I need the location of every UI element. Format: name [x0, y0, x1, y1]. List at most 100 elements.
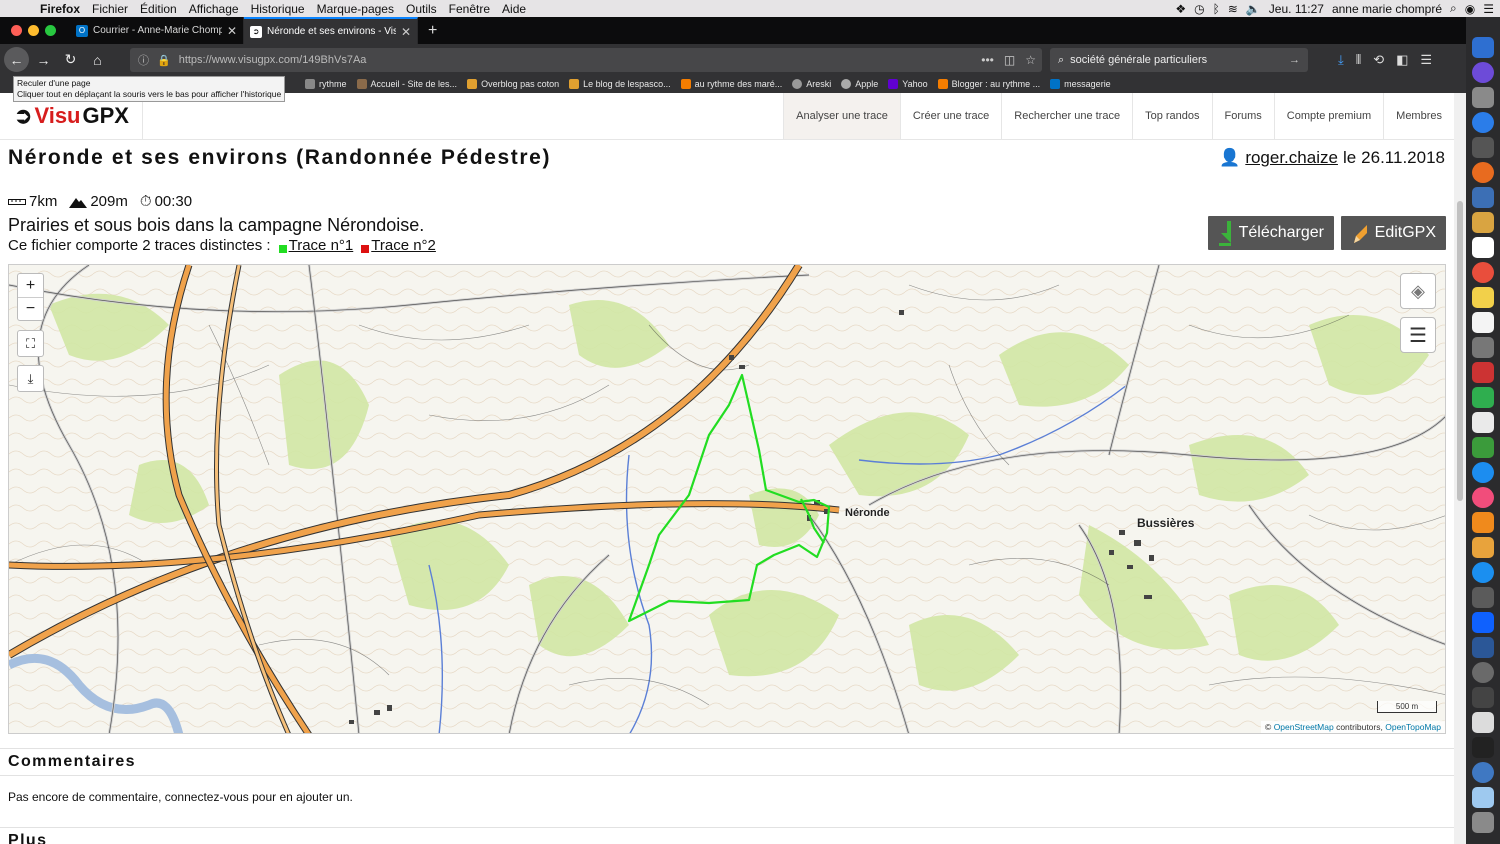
- trash-icon[interactable]: [1472, 812, 1494, 833]
- siri-icon[interactable]: ◉: [1465, 2, 1475, 16]
- dock-app-icon[interactable]: [1472, 312, 1494, 333]
- bookmark-item[interactable]: au rythme des maré...: [680, 79, 782, 89]
- nav-forums[interactable]: Forums: [1211, 93, 1274, 139]
- trace-2-link[interactable]: Trace n°2: [361, 237, 436, 254]
- dock-app-icon[interactable]: [1472, 287, 1494, 308]
- hamburger-menu-icon[interactable]: ☰: [1420, 52, 1432, 68]
- dock-app-icon[interactable]: [1472, 637, 1494, 658]
- sidebar-icon[interactable]: ◧: [1396, 52, 1408, 68]
- dock-app-icon[interactable]: [1472, 237, 1494, 258]
- menu-outils[interactable]: Outils: [406, 2, 437, 16]
- dock-app-icon[interactable]: [1472, 262, 1494, 283]
- menu-marque-pages[interactable]: Marque-pages: [317, 2, 394, 16]
- tab-neronde[interactable]: ➲ Néronde et ses environs - Visu ✕: [244, 17, 418, 44]
- dock-app-icon[interactable]: [1472, 337, 1494, 358]
- back-button[interactable]: ←: [4, 47, 29, 72]
- fullscreen-button[interactable]: ⛶: [17, 330, 44, 357]
- menu-app-firefox[interactable]: Firefox: [40, 2, 80, 16]
- nav-creer[interactable]: Créer une trace: [899, 93, 1001, 139]
- opentopomap-link[interactable]: OpenTopoMap: [1385, 722, 1441, 732]
- close-tab-icon[interactable]: ✕: [227, 24, 237, 38]
- bookmark-item[interactable]: Overblog pas coton: [467, 79, 559, 89]
- spotlight-icon[interactable]: ⌕: [1450, 1, 1457, 16]
- bookmark-star-icon[interactable]: ☆: [1025, 53, 1036, 67]
- dock-app-icon[interactable]: [1472, 212, 1494, 233]
- zoom-in-button[interactable]: +: [18, 274, 43, 297]
- dock-app-icon[interactable]: [1472, 587, 1494, 608]
- forward-button[interactable]: →: [31, 47, 56, 72]
- dock-app-icon[interactable]: [1472, 487, 1494, 508]
- bookmark-item[interactable]: Yahoo: [888, 79, 928, 89]
- close-tab-icon[interactable]: ✕: [401, 25, 411, 39]
- dock-app-icon[interactable]: [1472, 712, 1494, 733]
- wifi-icon[interactable]: ≋: [1228, 2, 1238, 16]
- dock-app-icon[interactable]: [1472, 562, 1494, 583]
- home-button[interactable]: ⌂: [85, 47, 110, 72]
- dock-app-icon[interactable]: [1472, 537, 1494, 558]
- dock-app-icon[interactable]: [1472, 412, 1494, 433]
- menu-aide[interactable]: Aide: [502, 2, 526, 16]
- tab-courrier[interactable]: O Courrier - Anne-Marie Chompré ✕: [70, 17, 244, 44]
- bookmark-item[interactable]: Le blog de lespasco...: [569, 79, 671, 89]
- pocket-icon[interactable]: ◫: [1004, 53, 1015, 67]
- nav-analyser[interactable]: Analyser une trace: [783, 93, 900, 139]
- zoom-out-button[interactable]: −: [18, 297, 43, 320]
- bookmark-item[interactable]: rythme: [305, 79, 347, 89]
- zoom-window-button[interactable]: [45, 25, 56, 36]
- close-window-button[interactable]: [11, 25, 22, 36]
- dock-app-icon[interactable]: [1472, 387, 1494, 408]
- page-scrollbar[interactable]: [1454, 93, 1466, 844]
- menubar-clock[interactable]: Jeu. 11:27: [1269, 2, 1324, 16]
- menu-fenetre[interactable]: Fenêtre: [449, 2, 490, 16]
- nav-rechercher[interactable]: Rechercher une trace: [1001, 93, 1132, 139]
- search-input[interactable]: société générale particuliers: [1070, 54, 1207, 66]
- editgpx-button[interactable]: EditGPX: [1341, 216, 1446, 250]
- downloads-icon[interactable]: ⤓: [1338, 52, 1344, 68]
- dock-app-icon[interactable]: [1472, 512, 1494, 533]
- menu-affichage[interactable]: Affichage: [189, 2, 239, 16]
- dock-app-icon[interactable]: [1472, 187, 1494, 208]
- info-icon[interactable]: ⓘ: [138, 52, 149, 68]
- nav-membres[interactable]: Membres: [1383, 93, 1454, 139]
- dock-app-icon[interactable]: [1472, 762, 1494, 783]
- bookmark-item[interactable]: Apple: [841, 79, 878, 89]
- search-bar[interactable]: ⌕ société générale particuliers →: [1050, 48, 1308, 72]
- dock-app-icon[interactable]: [1472, 787, 1494, 808]
- menu-fichier[interactable]: Fichier: [92, 2, 128, 16]
- new-tab-button[interactable]: +: [428, 22, 437, 40]
- library-icon[interactable]: ⫴: [1356, 52, 1361, 68]
- map-download-button[interactable]: ⤓: [17, 365, 44, 392]
- sync-icon[interactable]: ⟲: [1373, 52, 1384, 68]
- url-bar[interactable]: ⓘ 🔒 https://www.visugpx.com/149BhVs7Aa •…: [130, 48, 1042, 72]
- dock-app-icon[interactable]: [1472, 362, 1494, 383]
- dock-app-icon[interactable]: [1472, 37, 1494, 58]
- time-machine-icon[interactable]: ◷: [1194, 2, 1204, 16]
- notification-center-icon[interactable]: ☰: [1483, 2, 1494, 16]
- search-go-icon[interactable]: →: [1289, 54, 1300, 66]
- dock-app-icon[interactable]: [1472, 462, 1494, 483]
- bookmark-item[interactable]: Areski: [792, 79, 831, 89]
- dock-app-icon[interactable]: [1472, 137, 1494, 158]
- dock-app-icon[interactable]: [1472, 687, 1494, 708]
- author-link[interactable]: roger.chaize: [1245, 148, 1338, 168]
- bookmark-item[interactable]: Accueil - Site de les...: [356, 79, 457, 89]
- dock-app-icon[interactable]: [1472, 437, 1494, 458]
- dropbox-icon[interactable]: ❖: [1175, 2, 1186, 16]
- nav-top-randos[interactable]: Top randos: [1132, 93, 1211, 139]
- site-logo[interactable]: ➲ Visu GPX: [14, 103, 129, 129]
- page-actions-icon[interactable]: •••: [981, 53, 994, 67]
- dock-app-icon[interactable]: [1472, 612, 1494, 633]
- download-button[interactable]: Télécharger: [1208, 216, 1334, 250]
- menu-edition[interactable]: Édition: [140, 2, 177, 16]
- bookmark-item[interactable]: Blogger : au rythme ...: [937, 79, 1040, 89]
- reload-button[interactable]: ↻: [58, 47, 83, 72]
- bluetooth-icon[interactable]: ᛒ: [1213, 2, 1220, 16]
- bookmark-item[interactable]: messagerie: [1050, 79, 1111, 89]
- dock-app-icon[interactable]: [1472, 162, 1494, 183]
- volume-icon[interactable]: 🔈: [1246, 2, 1261, 16]
- topo-map[interactable]: Néronde Bussières + − ⛶ ⤓ ◈ ☰ 500 m © Op…: [8, 264, 1446, 734]
- dock-app-icon[interactable]: [1472, 662, 1494, 683]
- menubar-user[interactable]: anne marie chompré: [1332, 2, 1442, 16]
- lock-icon[interactable]: 🔒: [157, 54, 171, 67]
- dock-app-icon[interactable]: [1472, 737, 1494, 758]
